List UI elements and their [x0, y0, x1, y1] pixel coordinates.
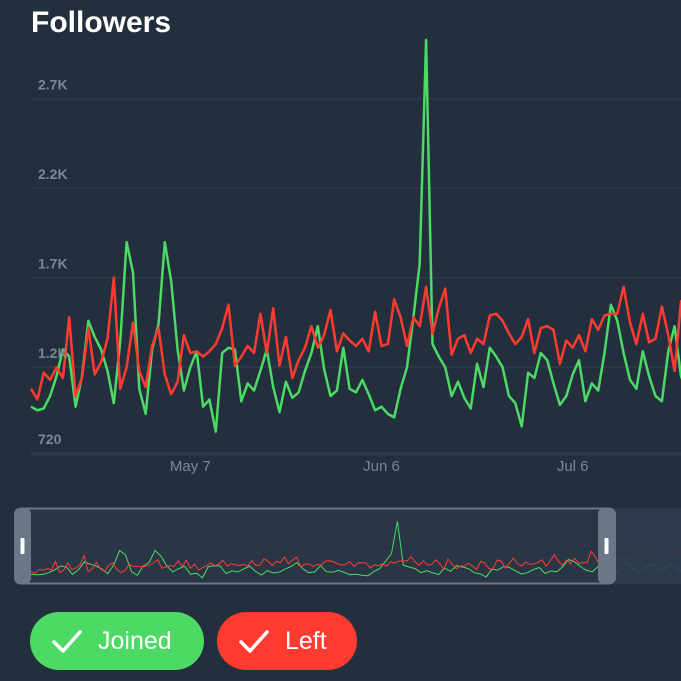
navigator-left-grip	[20, 538, 25, 554]
x-tick-label: May 7	[170, 458, 211, 475]
navigator-series	[30, 521, 681, 579]
y-tick-label: 2.7K	[38, 77, 68, 93]
legend-joined-label: Joined	[98, 626, 172, 655]
check-icon	[52, 630, 82, 653]
navigator-right-grip	[604, 538, 609, 554]
x-tick-label: Jul 6	[557, 458, 589, 475]
navigator-line-left	[30, 549, 681, 574]
navigator-line-joined	[30, 521, 681, 579]
navigator-right-handle[interactable]	[598, 508, 615, 584]
y-tick-label: 1.7K	[38, 256, 68, 272]
navigator-outside-shade	[614, 508, 681, 584]
navigator-window[interactable]	[14, 507, 616, 585]
y-tick-label: 720	[38, 431, 62, 447]
main-chart[interactable]: 720 1.2K 1.7K 2.2K 2.7K May 7 Jun 6 Jul 6	[0, 0, 681, 480]
check-icon	[239, 630, 269, 653]
x-axis-ticks: May 7 Jun 6 Jul 6	[170, 458, 589, 475]
x-tick-label: Jun 6	[363, 458, 400, 475]
navigator-left-handle[interactable]	[14, 508, 31, 584]
y-tick-label: 2.2K	[38, 166, 68, 182]
legend-left-label: Left	[285, 626, 327, 655]
legend-joined-button[interactable]: Joined	[30, 612, 204, 670]
legend-left-button[interactable]: Left	[217, 612, 357, 670]
y-tick-label: 1.2K	[38, 345, 68, 361]
navigator-background	[15, 508, 681, 584]
grid-lines	[31, 98, 681, 456]
